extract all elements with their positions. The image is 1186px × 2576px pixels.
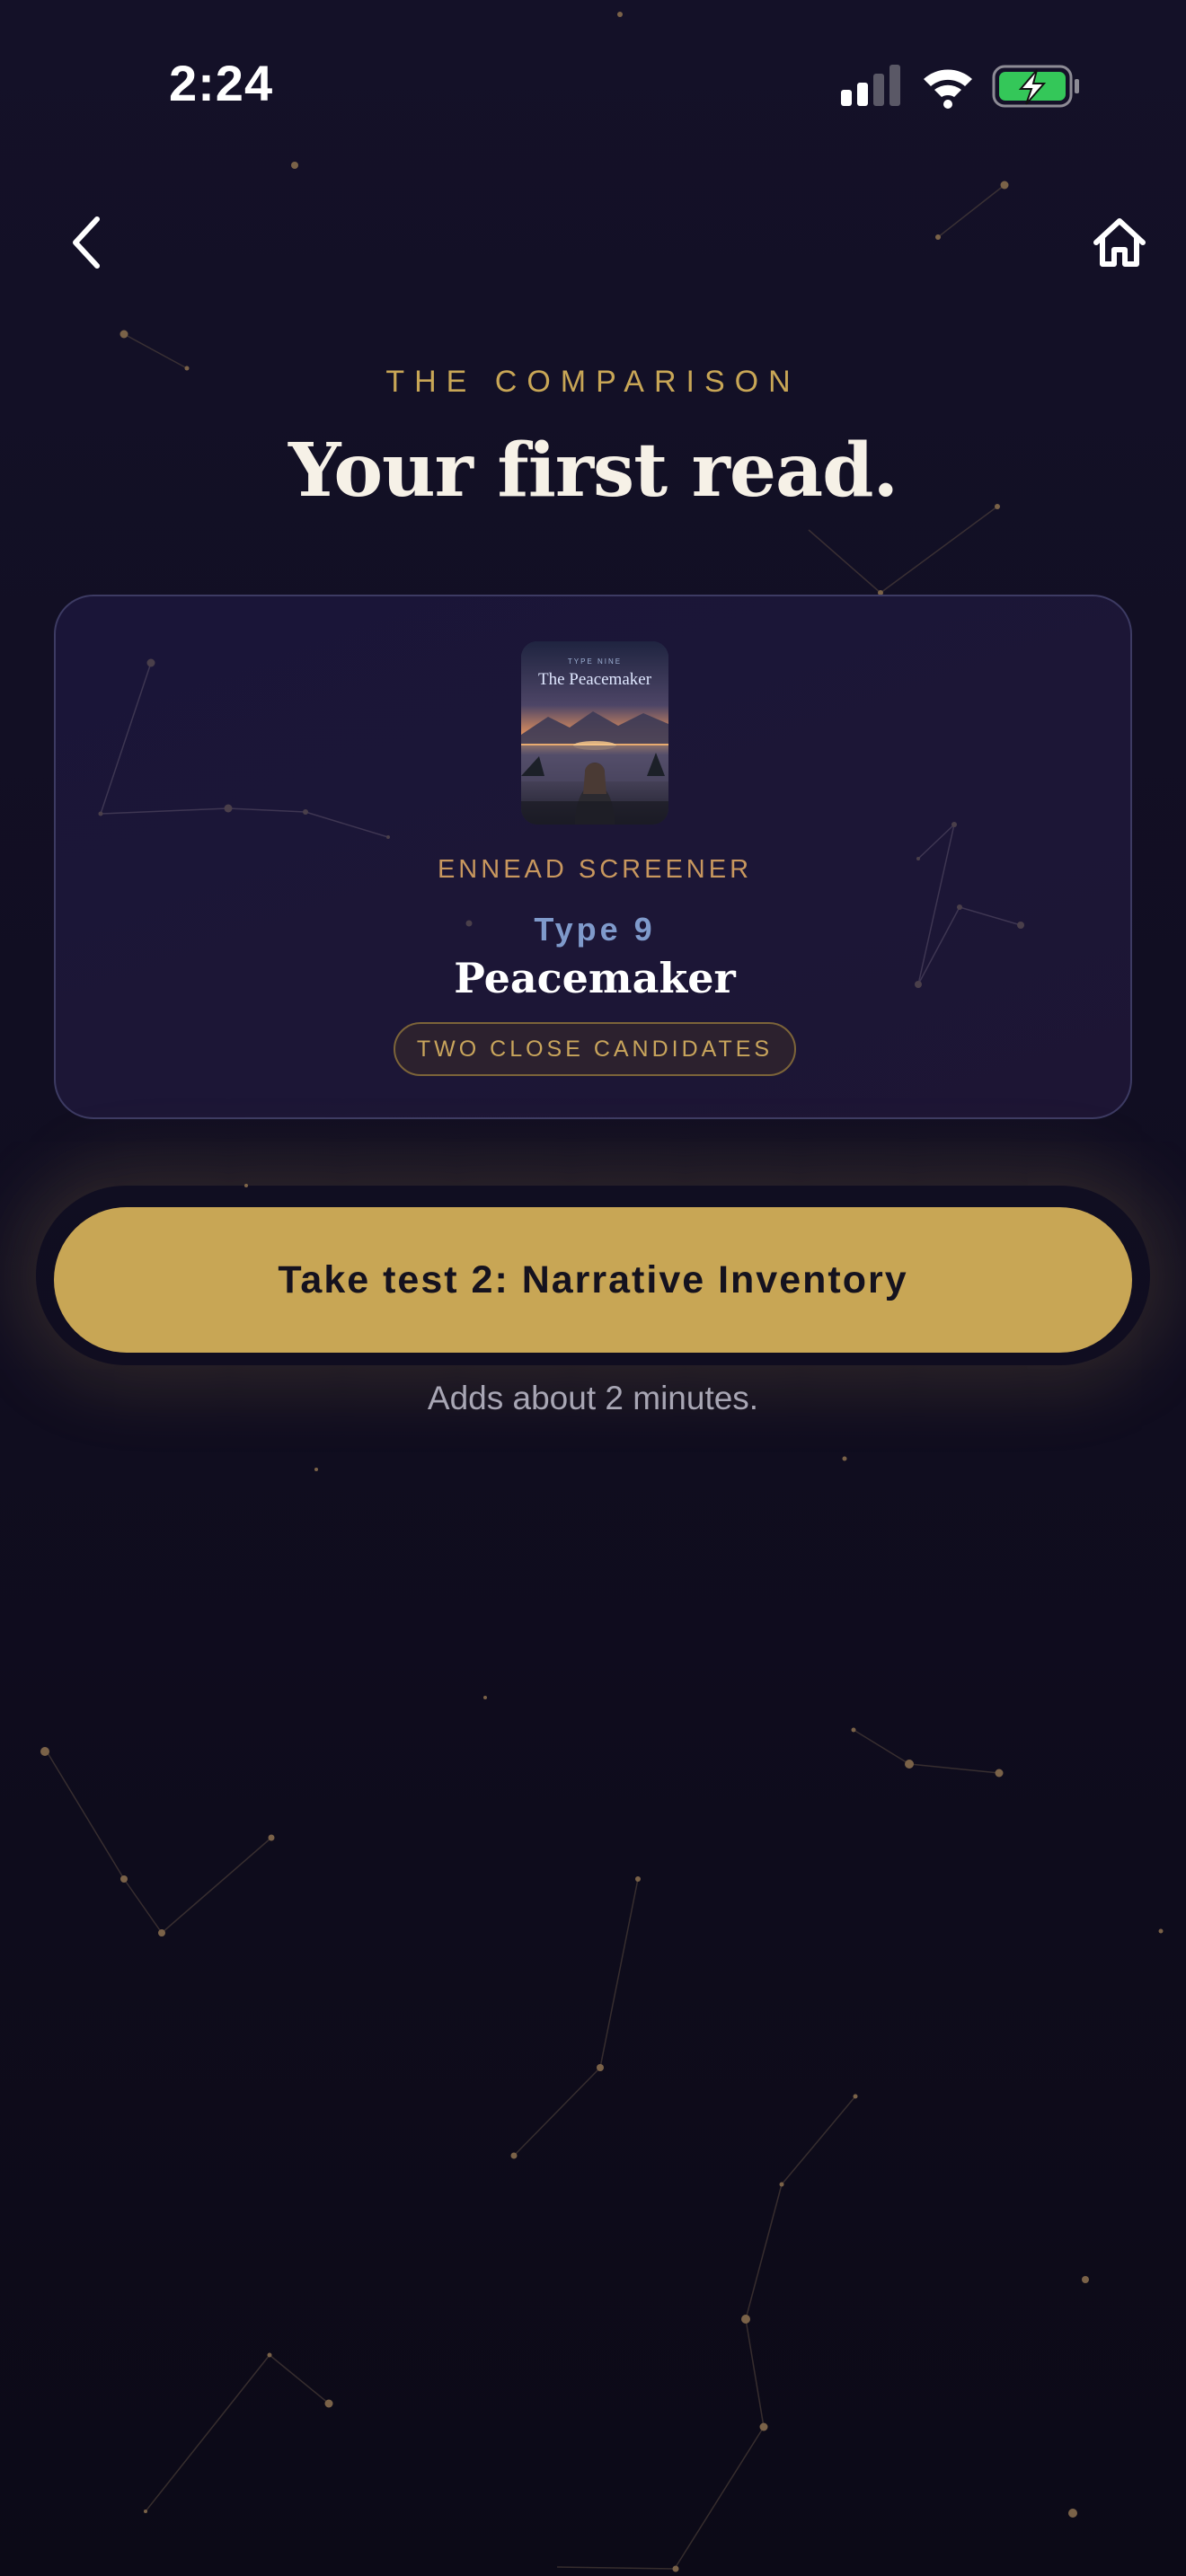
section-eyebrow: THE COMPARISON [385,365,801,399]
type-number: Type 9 [534,911,656,948]
home-button[interactable] [1082,208,1157,277]
home-icon [1093,218,1146,267]
source-label: ENNEAD SCREENER [437,855,753,884]
take-test-2-button[interactable]: Take test 2: Narrative Inventory [54,1207,1132,1353]
type-name: Peacemaker [454,954,736,1002]
status-icons [839,61,1082,115]
battery-charging-icon [992,65,1079,108]
wifi-icon [924,69,972,109]
candidates-badge: TWO CLOSE CANDIDATES [394,1022,796,1076]
cover-title: The Peacemaker [537,670,652,689]
cta-note: Adds about 2 minutes. [427,1380,759,1416]
book-cover-image: TYPE NINE The Peacemaker [521,641,668,825]
chevron-left-icon [73,216,100,269]
page-title: Your first read. [288,428,898,514]
cover-kicker: TYPE NINE [567,657,623,666]
sunset-lake-illustration [521,641,668,825]
status-time: 2:24 [169,55,274,111]
result-card: TYPE NINE The Peacemaker ENNEAD SCREENER… [54,595,1132,1119]
back-button[interactable] [50,205,122,280]
cellular-signal-icon [841,65,900,106]
status-bar: 2:24 [0,0,1186,171]
